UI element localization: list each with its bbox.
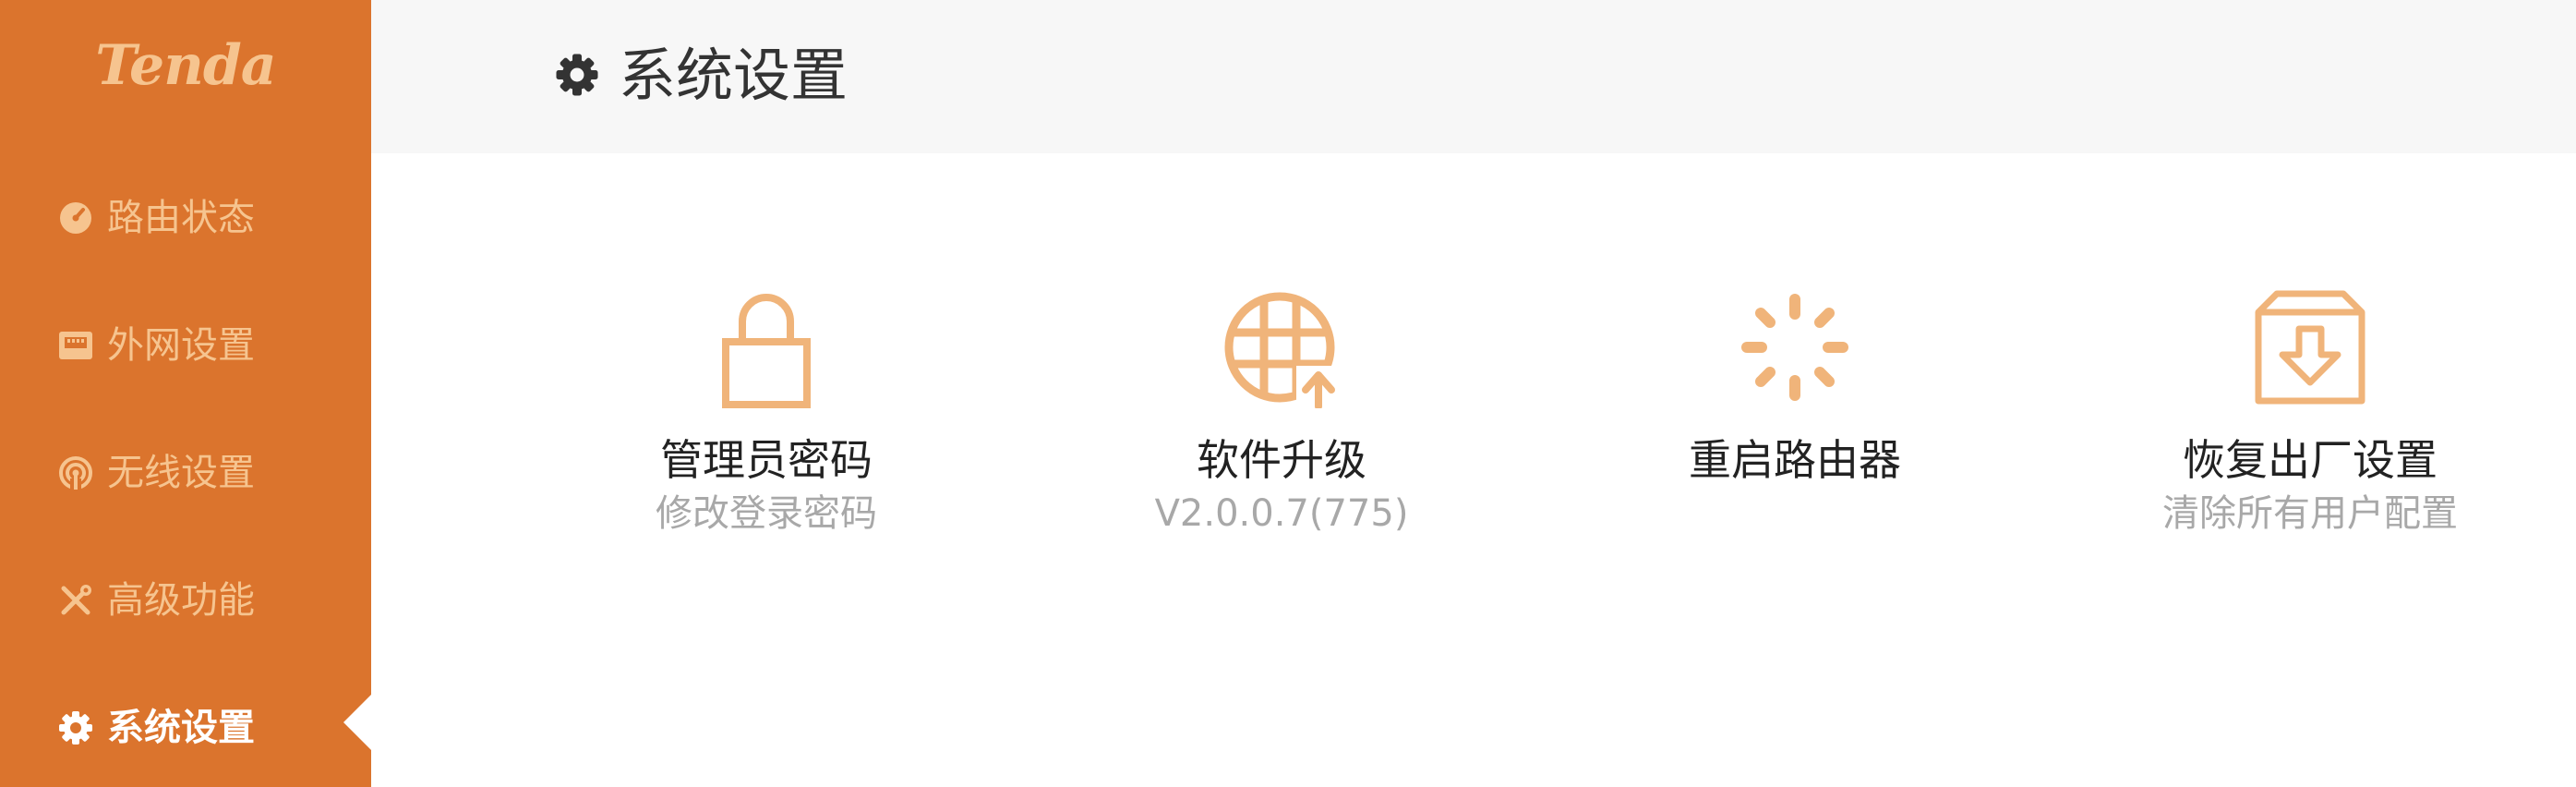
app-window: Tenda 路由状态 外网设置 无线设置 高级功能 系统设置 系统设置 管理员密… <box>0 0 2576 787</box>
gear-icon <box>59 711 92 745</box>
admin-password-tile[interactable]: 管理员密码 修改登录密码 <box>545 286 988 563</box>
tile-subtitle: V2.0.0.7(775) <box>1154 492 1409 535</box>
sidebar-item-advanced-features[interactable]: 高级功能 <box>0 563 371 637</box>
tile-title: 管理员密码 <box>660 435 873 485</box>
spinner-icon <box>1741 294 1848 401</box>
active-item-pointer <box>343 695 371 750</box>
sidebar-item-router-status[interactable]: 路由状态 <box>0 181 371 255</box>
tile-subtitle: 清除所有用户配置 <box>2162 492 2458 535</box>
ethernet-port-icon <box>59 332 92 359</box>
gear-icon <box>556 54 598 96</box>
dashboard-icon <box>60 202 91 234</box>
box-download-icon <box>2255 290 2365 405</box>
tile-subtitle: 修改登录密码 <box>656 492 877 535</box>
tile-title: 重启路由器 <box>1689 435 1901 485</box>
wireless-icon <box>59 456 92 491</box>
sidebar-item-wan-settings[interactable]: 外网设置 <box>0 309 371 382</box>
factory-reset-tile[interactable]: 恢复出厂设置 清除所有用户配置 <box>2088 286 2532 563</box>
sidebar-item-system-settings[interactable]: 系统设置 <box>0 691 371 765</box>
sidebar-item-wireless-settings[interactable]: 无线设置 <box>0 436 371 510</box>
tile-title: 软件升级 <box>1197 435 1366 485</box>
reboot-router-tile[interactable]: 重启路由器 <box>1573 286 2016 563</box>
globe-upgrade-icon <box>1224 292 1341 408</box>
sidebar-item-label: 系统设置 <box>107 707 255 749</box>
sidebar-item-label: 高级功能 <box>107 579 255 622</box>
sidebar-item-label: 外网设置 <box>107 324 255 367</box>
page-header: 系统设置 <box>371 0 2576 153</box>
tile-title: 恢复出厂设置 <box>2183 435 2438 485</box>
sidebar-item-label: 路由状态 <box>107 197 255 239</box>
tools-icon <box>61 585 91 615</box>
sidebar-item-label: 无线设置 <box>107 452 255 494</box>
software-upgrade-tile[interactable]: 软件升级 V2.0.0.7(775) <box>1060 286 1503 563</box>
sidebar: Tenda 路由状态 外网设置 无线设置 高级功能 系统设置 <box>0 0 371 787</box>
tenda-logo: Tenda <box>95 33 276 98</box>
lock-icon <box>722 294 811 408</box>
page-title: 系统设置 <box>619 42 849 109</box>
